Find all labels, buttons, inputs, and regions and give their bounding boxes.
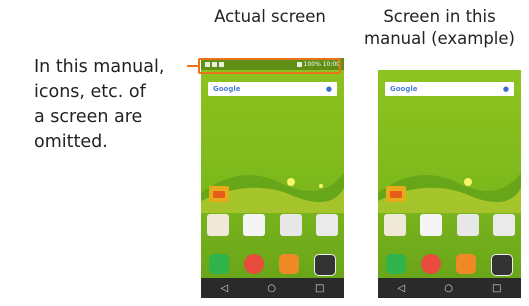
wallpaper-dot — [464, 178, 472, 186]
mail-icon[interactable] — [279, 254, 299, 274]
google-search-bar[interactable]: Google ● — [385, 82, 514, 96]
google-folder-icon[interactable] — [456, 214, 479, 236]
recents-icon[interactable]: □ — [315, 283, 324, 294]
note-line-4: omitted. — [34, 132, 108, 152]
note-line-3: a screen are — [34, 107, 143, 127]
caption-actual-screen: Actual screen — [214, 7, 326, 26]
google-folder-icon[interactable] — [279, 214, 302, 236]
note-line-2: icons, etc. of — [34, 82, 146, 102]
dock — [386, 254, 513, 276]
caption-manual-line-2: manual (example) — [364, 29, 515, 48]
home-screen-example: Google ● — [378, 70, 521, 278]
au-app-icon[interactable] — [207, 214, 229, 236]
highlight-pointer — [187, 65, 199, 67]
google-logo: Google — [390, 85, 418, 93]
mic-icon[interactable]: ● — [503, 85, 509, 93]
note-line-1: In this manual, — [34, 57, 165, 77]
back-icon[interactable]: ◁ — [398, 283, 406, 294]
wallpaper-dot — [319, 184, 323, 188]
home-icon[interactable]: ○ — [444, 283, 453, 294]
chrome-icon[interactable] — [421, 254, 441, 274]
basic-apps-folder-icon[interactable] — [492, 214, 515, 236]
google-logo: Google — [213, 85, 241, 93]
mail-icon[interactable] — [456, 254, 476, 274]
home-icon[interactable]: ○ — [267, 283, 276, 294]
phone-manual-screen: Google ● ◁ ○ □ — [378, 70, 521, 298]
caption-manual-screen: Screen in this manual (example) — [352, 6, 527, 50]
manual-note: In this manual, icons, etc. of a screen … — [34, 55, 164, 155]
phone-icon[interactable] — [386, 254, 406, 274]
dock — [209, 254, 336, 276]
wallpaper-wave — [201, 173, 344, 213]
folder-icon[interactable] — [209, 186, 229, 202]
app-row — [384, 214, 515, 236]
navigation-bar: ◁ ○ □ — [378, 278, 521, 298]
back-icon[interactable]: ◁ — [221, 283, 229, 294]
camera-icon[interactable] — [491, 254, 513, 276]
mic-icon[interactable]: ● — [326, 85, 332, 93]
home-screen: 100% 10:00 Google ● — [201, 58, 344, 278]
caption-manual-line-1: Screen in this — [383, 7, 496, 26]
navigation-bar: ◁ ○ □ — [201, 278, 344, 298]
wallpaper-dot — [287, 178, 295, 186]
app-row — [207, 214, 338, 236]
au-app-icon[interactable] — [384, 214, 406, 236]
phone-icon[interactable] — [209, 254, 229, 274]
basic-apps-folder-icon[interactable] — [315, 214, 338, 236]
folder-icon[interactable] — [386, 186, 406, 202]
status-bar-highlight — [198, 58, 341, 74]
wallpaper-wave — [378, 173, 521, 213]
camera-icon[interactable] — [314, 254, 336, 276]
play-store-icon[interactable] — [420, 214, 443, 236]
play-store-icon[interactable] — [243, 214, 266, 236]
phone-actual-screen: 100% 10:00 Google ● ◁ ○ □ — [201, 58, 344, 298]
chrome-icon[interactable] — [244, 254, 264, 274]
google-search-bar[interactable]: Google ● — [208, 82, 337, 96]
recents-icon[interactable]: □ — [492, 283, 501, 294]
